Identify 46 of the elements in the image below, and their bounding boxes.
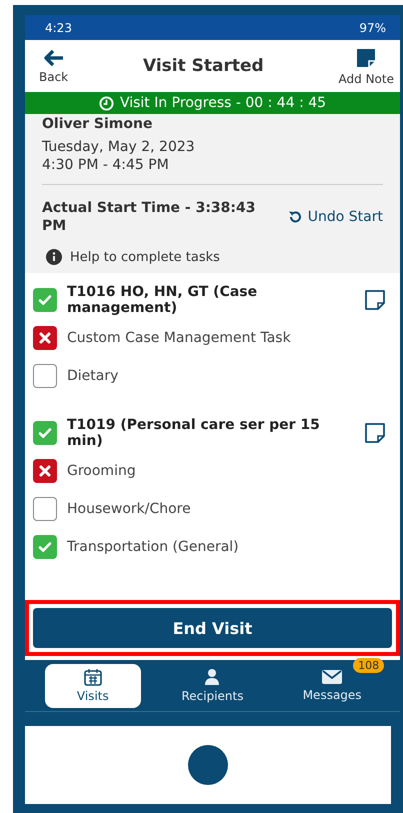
help-text: Help to complete tasks bbox=[70, 250, 220, 264]
checkbox[interactable] bbox=[33, 421, 57, 445]
check-icon bbox=[37, 425, 53, 441]
note-icon[interactable] bbox=[364, 422, 386, 444]
task-label: Transportation (General) bbox=[67, 539, 239, 555]
calendar-icon bbox=[84, 668, 102, 686]
progress-text: Visit In Progress - 00 : 44 : 45 bbox=[120, 95, 326, 111]
checkbox[interactable] bbox=[33, 326, 57, 350]
battery-level: 97% bbox=[359, 20, 386, 34]
checkbox[interactable] bbox=[33, 288, 57, 312]
checkbox[interactable] bbox=[33, 535, 57, 559]
recipient-name: Oliver Simone bbox=[42, 116, 154, 132]
back-arrow-icon bbox=[42, 48, 65, 66]
back-button[interactable]: Back bbox=[39, 48, 68, 84]
nav-tab[interactable]: Visits bbox=[44, 664, 141, 708]
end-visit-button[interactable]: End Visit bbox=[33, 608, 392, 648]
undo-start-link[interactable]: Undo Start bbox=[288, 209, 383, 225]
checkbox[interactable] bbox=[33, 364, 57, 388]
home-button[interactable] bbox=[188, 745, 228, 785]
checkbox[interactable] bbox=[33, 497, 57, 521]
task-group-title: T1019 (Personal care ser per 15 min) bbox=[67, 417, 321, 449]
visit-time: 4:30 PM - 4:45 PM bbox=[42, 156, 170, 174]
cross-icon bbox=[38, 331, 52, 345]
nav-tab[interactable]: Recipients bbox=[164, 664, 260, 708]
actual-start-time: Actual Start Time - 3:38:43 PM bbox=[42, 199, 256, 235]
add-note-button[interactable]: Add Note bbox=[338, 46, 394, 86]
note-icon bbox=[355, 46, 378, 68]
visit-date: Tuesday, May 2, 2023 bbox=[42, 138, 196, 156]
check-icon bbox=[37, 292, 53, 308]
task-label: Grooming bbox=[67, 463, 136, 479]
cross-icon bbox=[38, 464, 52, 478]
task-label: Dietary bbox=[67, 368, 118, 384]
status-time: 4:23 bbox=[45, 20, 72, 34]
note-icon[interactable] bbox=[364, 289, 386, 311]
person-icon bbox=[203, 668, 222, 686]
info-icon bbox=[46, 249, 62, 265]
screen-title: Visit Started bbox=[142, 56, 264, 76]
check-icon bbox=[37, 539, 53, 555]
unread-count-badge: 108 bbox=[353, 658, 384, 672]
clock-icon bbox=[98, 96, 114, 110]
task-label: Housework/Chore bbox=[67, 501, 191, 517]
undo-icon bbox=[288, 210, 302, 224]
checkbox[interactable] bbox=[33, 459, 57, 483]
mail-icon bbox=[322, 669, 342, 685]
task-group-title: T1016 HO, HN, GT (Case management) bbox=[67, 284, 258, 316]
task-label: Custom Case Management Task bbox=[67, 330, 291, 346]
